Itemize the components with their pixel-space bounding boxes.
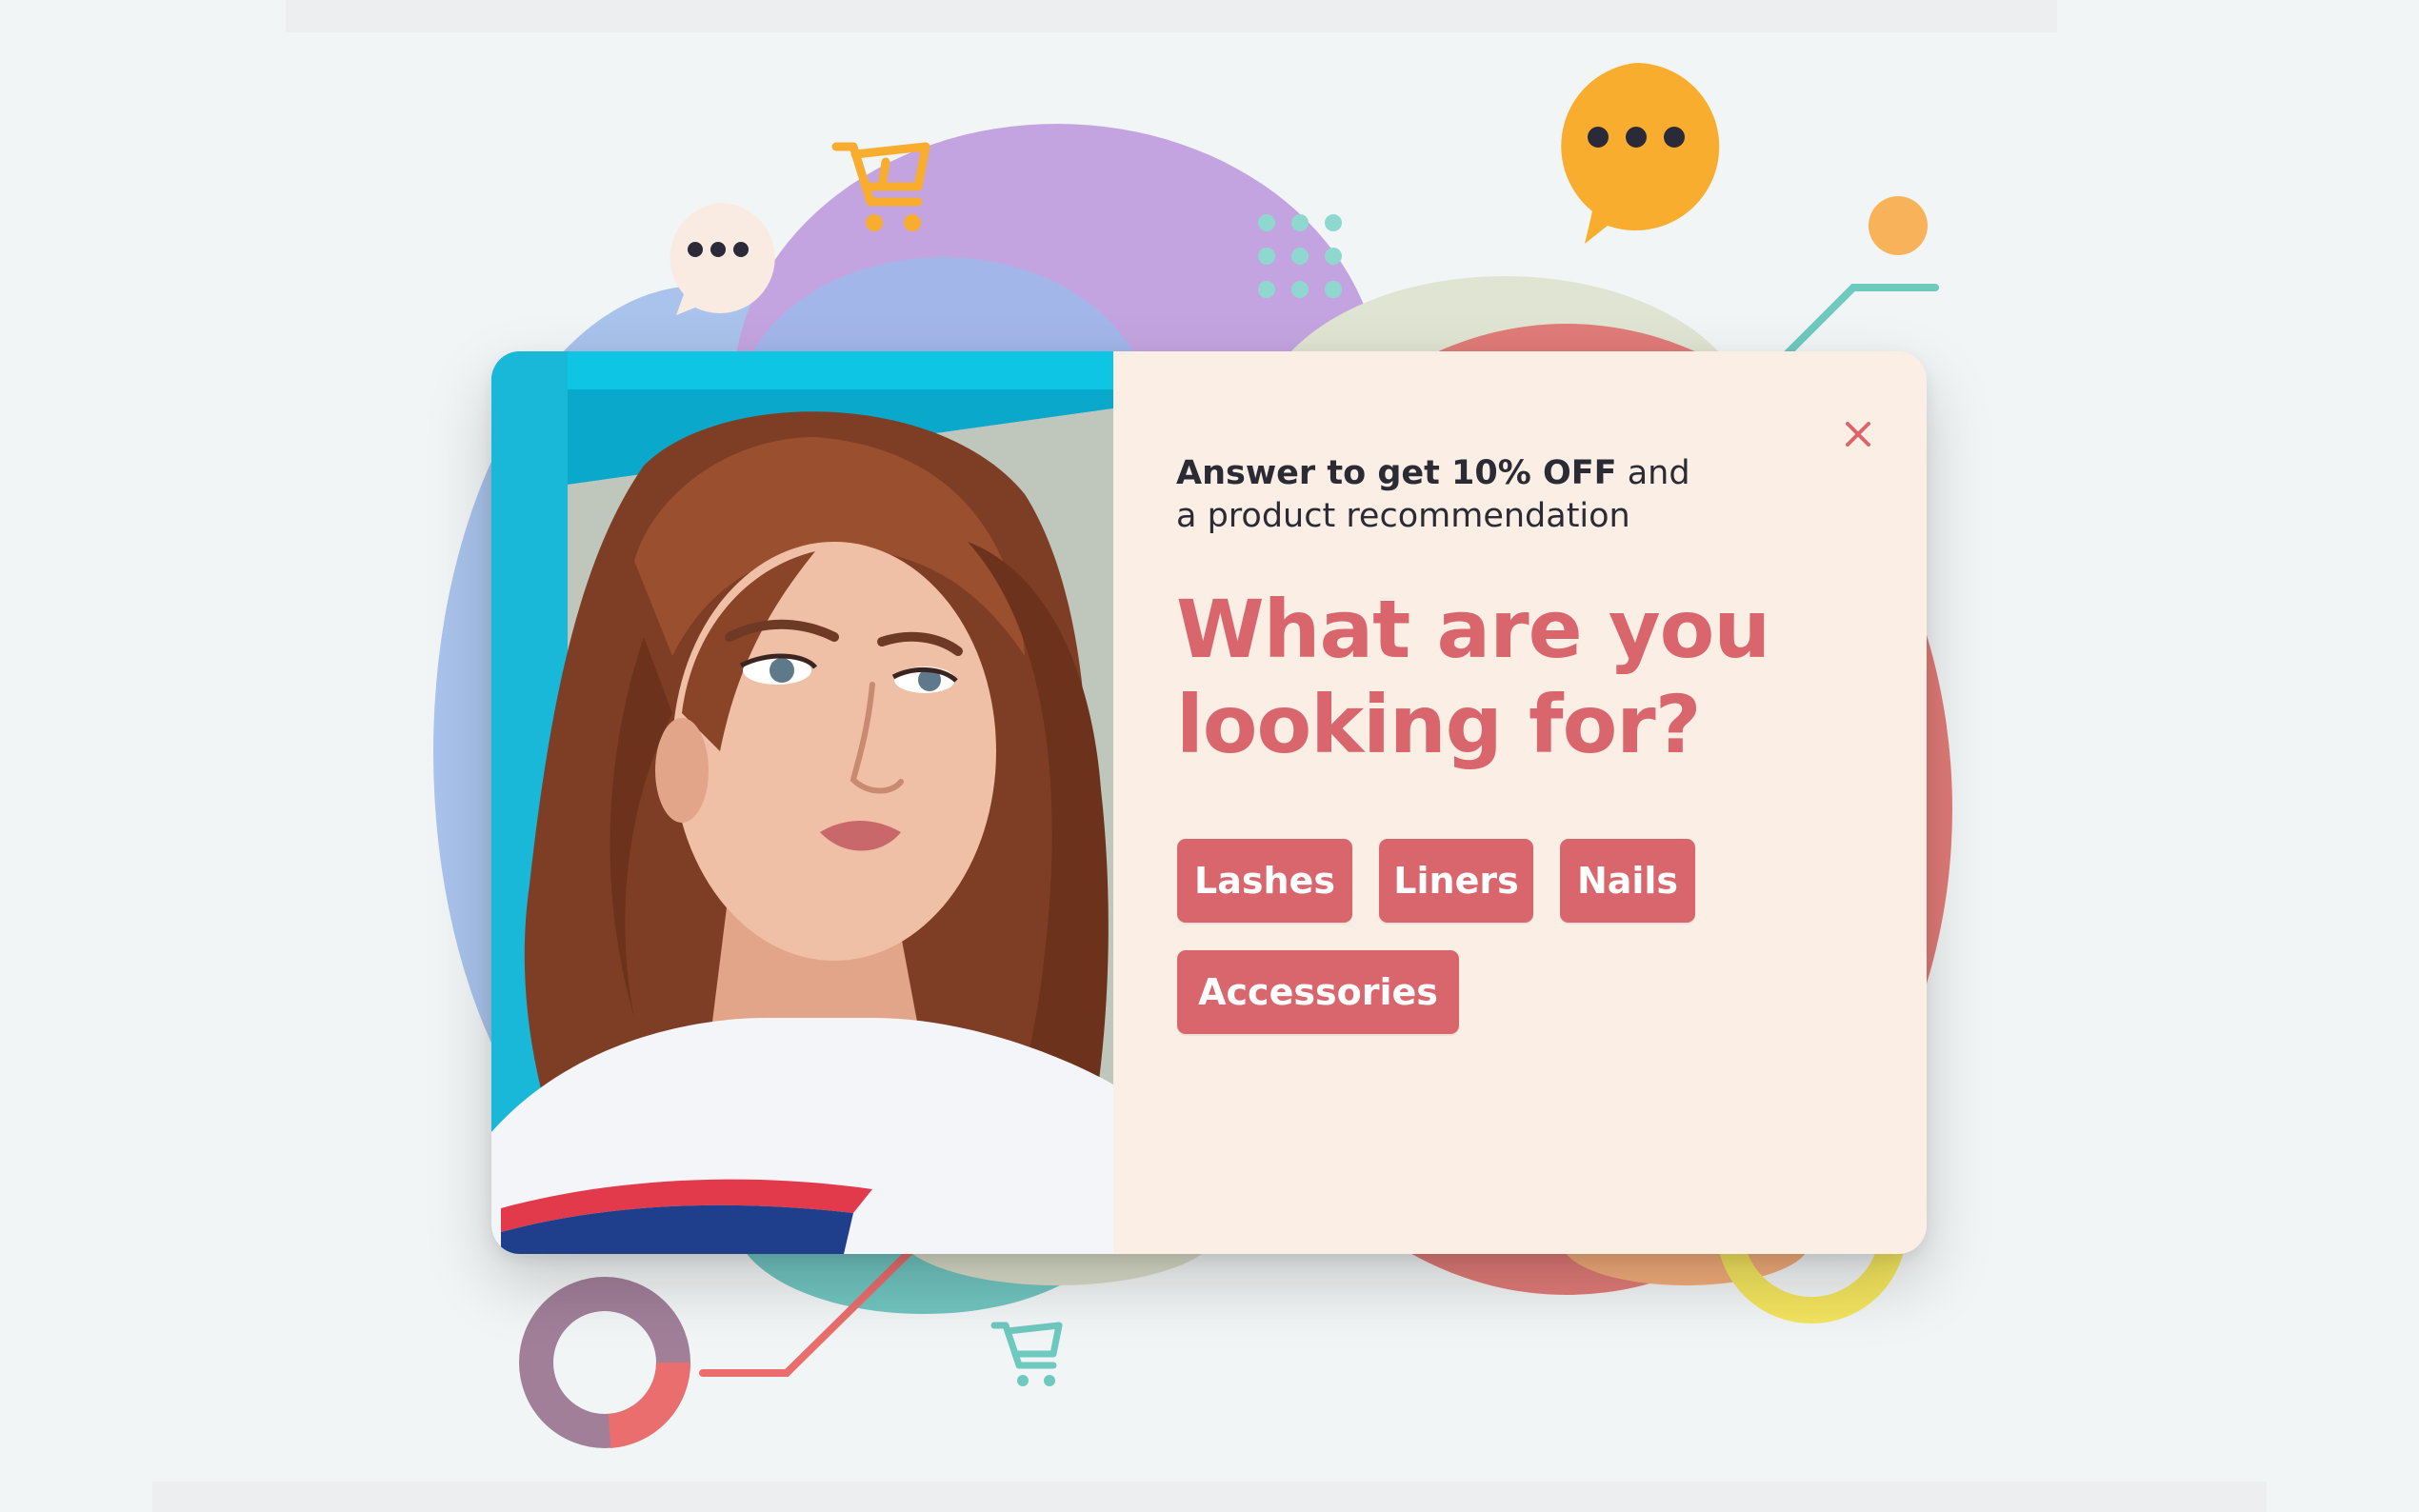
dot-grid-icon [1255, 211, 1350, 307]
shopping-cart-icon [830, 133, 935, 238]
orange-dot [1869, 196, 1928, 255]
headline-line-2: looking for? [1176, 678, 1701, 771]
chat-bubble-icon [657, 195, 781, 319]
headline-line-1: What are you [1176, 583, 1770, 676]
top-edge-strip [286, 0, 2057, 32]
option-lashes-button[interactable]: Lashes [1177, 839, 1352, 923]
offer-highlight: Answer to get 10% OFF [1176, 454, 1617, 492]
donut-ring [514, 1272, 695, 1453]
offer-line-2: a product recommendation [1176, 497, 1630, 535]
offer-subtitle: Answer to get 10% OFF and a product reco… [1176, 452, 1767, 538]
bottom-edge-strip [152, 1482, 2267, 1512]
close-icon [1846, 422, 1870, 447]
option-nails-button[interactable]: Nails [1560, 839, 1695, 923]
question-headline: What are you looking for? [1176, 582, 1843, 772]
option-accessories-button[interactable]: Accessories [1177, 950, 1459, 1034]
model-photo [491, 351, 1113, 1254]
survey-popup: Answer to get 10% OFF and a product reco… [491, 351, 1927, 1254]
offer-connector: and [1616, 454, 1690, 492]
shopping-cart-icon [990, 1316, 1067, 1392]
chat-bubble-icon [1549, 59, 1724, 249]
option-liners-button[interactable]: Liners [1379, 839, 1533, 923]
coral-line [695, 1238, 924, 1390]
close-button[interactable] [1825, 401, 1891, 468]
